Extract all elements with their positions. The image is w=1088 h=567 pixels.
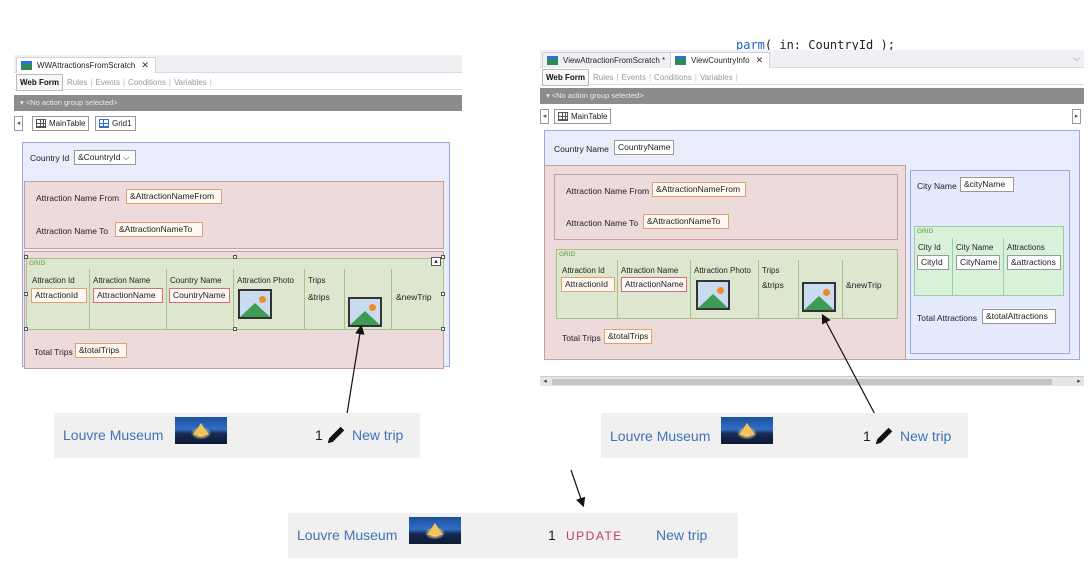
arrow-right-icon <box>821 313 879 421</box>
result-row-2: Louvre Museum 1 New trip <box>601 413 968 458</box>
place-name[interactable]: Louvre Museum <box>297 527 397 543</box>
new-trip-link[interactable]: New trip <box>900 428 951 444</box>
update-button[interactable]: UPDATE <box>566 529 623 543</box>
new-trip-link[interactable]: New trip <box>656 527 707 543</box>
arrow-down-icon <box>570 469 586 508</box>
trip-count: 1 <box>863 428 871 444</box>
annotation-arrows <box>345 313 879 508</box>
louvre-thumbnail <box>721 417 773 444</box>
result-row-1: Louvre Museum 1 New trip <box>54 413 420 458</box>
trip-count: 1 <box>548 527 556 543</box>
louvre-thumbnail <box>175 417 227 444</box>
place-name[interactable]: Louvre Museum <box>63 427 163 443</box>
new-trip-link[interactable]: New trip <box>352 427 403 443</box>
place-name[interactable]: Louvre Museum <box>610 428 710 444</box>
pencil-icon[interactable] <box>873 425 895 447</box>
louvre-thumbnail <box>409 517 461 544</box>
pencil-icon[interactable] <box>325 424 347 446</box>
result-row-3: Louvre Museum 1 UPDATE New trip <box>288 513 738 558</box>
arrow-left-icon <box>345 324 365 421</box>
trip-count: 1 <box>315 427 323 443</box>
